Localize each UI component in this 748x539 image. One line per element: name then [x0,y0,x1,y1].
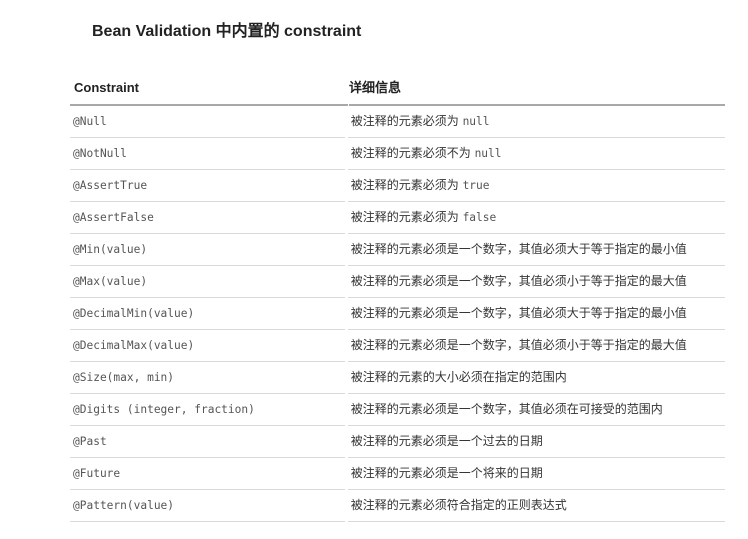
description-text: 被注释的元素必须为 [350,114,463,128]
constraint-cell: @Size(max, min) [70,362,345,394]
description-cell: 被注释的元素必须是一个数字，其值必须大于等于指定的最小值 [347,298,725,330]
table-row: @DecimalMax(value) 被注释的元素必须是一个数字，其值必须小于等于… [70,330,725,362]
description-text: 被注释的元素必须符合指定的正则表达式 [350,498,567,512]
description-text: 被注释的元素必须不为 [350,146,475,160]
constraint-cell: @AssertTrue [70,170,345,202]
description-text: 被注释的元素必须是一个数字，其值必须大于等于指定的最小值 [350,242,687,256]
constraint-cell: @Min(value) [70,234,345,266]
constraint-cell: @Pattern(value) [70,490,345,522]
table-row: @AssertFalse 被注释的元素必须为 false [70,202,725,234]
description-text: 被注释的元素必须是一个数字，其值必须小于等于指定的最大值 [350,274,687,288]
description-text: 被注释的元素必须为 [350,178,463,192]
page-title: Bean Validation 中内置的 constraint [92,23,362,40]
table-row: @NotNull 被注释的元素必须不为 null [70,138,725,170]
constraint-cell: @AssertFalse [70,202,345,234]
description-code: null [462,115,490,128]
description-code: false [462,211,497,224]
table-row: @Digits (integer, fraction) 被注释的元素必须是一个数字… [70,394,725,426]
header-constraint: Constraint [70,72,348,106]
table-row: @DecimalMin(value) 被注释的元素必须是一个数字，其值必须大于等于… [70,298,725,330]
description-text: 被注释的元素必须是一个过去的日期 [350,434,543,448]
table-row: @Future 被注释的元素必须是一个将来的日期 [70,458,725,490]
constraint-table: Constraint 详细信息 @Null 被注释的元素必须为 null @NotN… [70,72,725,522]
constraint-cell: @Max(value) [70,266,345,298]
constraint-cell: @DecimalMin(value) [70,298,345,330]
constraint-cell: @Future [70,458,345,490]
description-cell: 被注释的元素必须是一个数字，其值必须在可接受的范围内 [347,394,725,426]
constraint-cell: @Null [70,106,345,138]
constraint-cell: @Digits (integer, fraction) [70,394,345,426]
description-code: true [462,179,490,192]
description-cell: 被注释的元素必须不为 null [347,138,725,170]
constraint-cell: @Past [70,426,345,458]
description-cell: 被注释的元素必须是一个将来的日期 [347,458,725,490]
table-row: @Past 被注释的元素必须是一个过去的日期 [70,426,725,458]
table-body: @Null 被注释的元素必须为 null @NotNull 被注释的元素必须不为 nu… [70,106,725,522]
description-text: 被注释的元素必须为 [350,210,463,224]
constraint-cell: @NotNull [70,138,345,170]
table-row: @Pattern(value) 被注释的元素必须符合指定的正则表达式 [70,490,725,522]
description-cell: 被注释的元素必须为 true [347,170,725,202]
description-cell: 被注释的元素必须是一个数字，其值必须小于等于指定的最大值 [347,330,725,362]
description-cell: 被注释的元素必须是一个数字，其值必须大于等于指定的最小值 [347,234,725,266]
description-cell: 被注释的元素的大小必须在指定的范围内 [347,362,725,394]
table-row: @Null 被注释的元素必须为 null [70,106,725,138]
description-cell: 被注释的元素必须为 null [347,106,725,138]
description-cell: 被注释的元素必须为 false [347,202,725,234]
description-code: null [474,147,502,160]
description-text: 被注释的元素必须是一个将来的日期 [350,466,543,480]
table-row: @Max(value) 被注释的元素必须是一个数字，其值必须小于等于指定的最大值 [70,266,725,298]
description-text: 被注释的元素的大小必须在指定的范围内 [350,370,567,384]
description-text: 被注释的元素必须是一个数字，其值必须小于等于指定的最大值 [350,338,687,352]
table-row: @Size(max, min) 被注释的元素的大小必须在指定的范围内 [70,362,725,394]
description-cell: 被注释的元素必须是一个过去的日期 [347,426,725,458]
description-text: 被注释的元素必须是一个数字，其值必须在可接受的范围内 [350,402,663,416]
header-details: 详细信息 [349,72,725,106]
description-text: 被注释的元素必须是一个数字，其值必须大于等于指定的最小值 [350,306,687,320]
table-row: @Min(value) 被注释的元素必须是一个数字，其值必须大于等于指定的最小值 [70,234,725,266]
table-row: @AssertTrue 被注释的元素必须为 true [70,170,725,202]
constraint-cell: @DecimalMax(value) [70,330,345,362]
table-header: Constraint 详细信息 [70,72,725,106]
description-cell: 被注释的元素必须是一个数字，其值必须小于等于指定的最大值 [347,266,725,298]
description-cell: 被注释的元素必须符合指定的正则表达式 [347,490,725,522]
